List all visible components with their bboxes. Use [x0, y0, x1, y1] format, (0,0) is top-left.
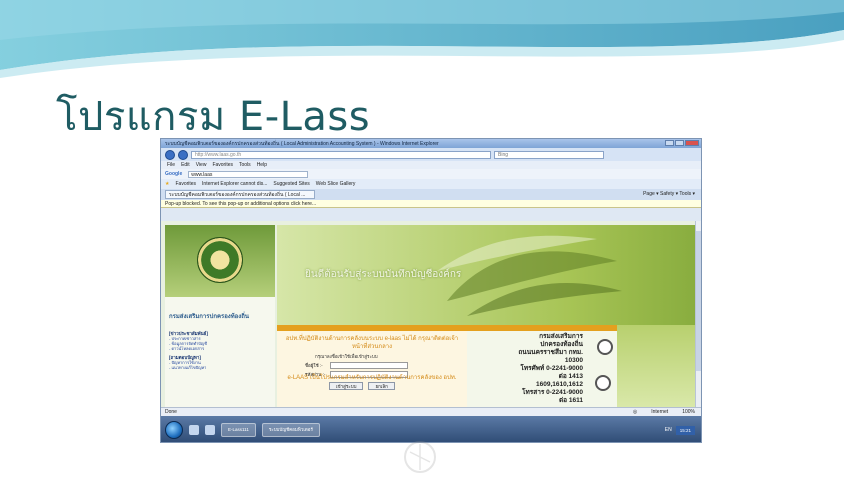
status-done: Done — [165, 409, 177, 415]
login-prompt: กรุณาลงชื่อเข้าใช้เพื่อเข้าสู่ระบบ — [315, 354, 378, 359]
folder-taskbar-icon[interactable] — [205, 425, 215, 435]
favorites-bar: ★ Favorites Internet Explorer cannot dis… — [161, 179, 701, 189]
dla-seal-logo — [197, 237, 243, 283]
department-name: กรมส่งเสริมการปกครองท้องถิ่น — [169, 314, 249, 320]
elaas-description: e-LAAS เป็นโปรแกรมสำหรับการปฏิบัติงานด้า… — [287, 375, 457, 381]
minimize-button[interactable] — [665, 140, 674, 146]
cancel-button[interactable]: ยกเลิก — [368, 382, 395, 390]
menu-file[interactable]: File — [167, 162, 175, 168]
fav-link-2[interactable]: Suggested Sites — [273, 181, 309, 187]
start-button[interactable] — [165, 421, 183, 439]
system-tray: EN 15:21 — [665, 425, 701, 435]
username-input[interactable] — [330, 362, 408, 369]
contact-address: ถนนนครราชสีมา กทม. — [518, 349, 583, 356]
window-titlebar: ระบบบัญชีคอมพิวเตอร์ขององค์กรปกครองส่วนท… — [161, 139, 701, 148]
center-panel: ยินดีต้อนรับสู่ระบบบันทึกบัญชีองค์กร อปท… — [277, 225, 695, 407]
scroll-thumb[interactable] — [696, 231, 701, 371]
username-row: ชื่อผู้ใช้ :- — [305, 362, 459, 369]
contact-fax: โทรสาร 0-2241-9000 — [521, 389, 583, 396]
google-search-input[interactable]: www.laas — [188, 170, 309, 178]
clock[interactable]: 15:21 — [675, 425, 695, 435]
menu-view[interactable]: View — [196, 162, 207, 168]
green-strip — [617, 325, 695, 407]
watermark-logo — [404, 441, 436, 473]
status-zone: Internet — [651, 409, 669, 415]
contact-ext1: ต่อ 1413 — [558, 373, 583, 380]
contact-info: กรมส่งเสริมการ ปกครองท้องถิ่น ถนนนครราชส… — [473, 333, 583, 405]
vertical-scrollbar[interactable] — [695, 221, 701, 407]
page-viewport: กรมส่งเสริมการปกครองท้องถิ่น [ข่าวประชาส… — [161, 221, 701, 407]
taskbar-item-elass[interactable]: E-Lass111 — [221, 423, 256, 437]
power-icon — [597, 339, 613, 355]
windows-taskbar: E-Lass111 ระบบบัญชีคอมพิวเตอร์ EN 15:21 — [161, 416, 701, 442]
taskbar-item-browser[interactable]: ระบบบัญชีคอมพิวเตอร์ — [261, 423, 320, 437]
header-swoosh — [0, 0, 844, 78]
forward-button[interactable] — [178, 149, 188, 160]
url-input[interactable]: http://www.laas.go.th — [191, 150, 491, 159]
maximize-button[interactable] — [675, 140, 684, 146]
left-panel: กรมส่งเสริมการปกครองท้องถิ่น [ข่าวประชาส… — [165, 225, 275, 407]
search-input[interactable]: Bing — [494, 150, 604, 159]
menu-tools[interactable]: Tools — [239, 162, 251, 168]
google-toolbar: Google www.laas — [161, 169, 701, 179]
contact-org2: ปกครองท้องถิ่น — [540, 341, 583, 348]
menu-help[interactable]: Help — [257, 162, 267, 168]
tab-laas[interactable]: ระบบบัญชีคอมพิวเตอร์ขององค์กรปกครองส่วนท… — [165, 190, 315, 199]
news-link-3[interactable]: - ดาวน์โหลดเอกสาร — [169, 346, 271, 351]
login-box: อปท.ที่ปฏิบัติงานด้านการคลังบนระบบ e-laa… — [277, 331, 467, 407]
notice-text: อปท.ที่ปฏิบัติงานด้านการคลังบนระบบ e-laa… — [285, 336, 459, 350]
welcome-banner: ยินดีต้อนรับสู่ระบบบันทึกบัญชีองค์กร — [277, 225, 695, 325]
favorites-button[interactable]: Favorites — [175, 181, 196, 187]
contact-tel: โทรศัพท์ 0-2241-9000 — [520, 365, 583, 372]
google-logo: Google — [165, 171, 183, 177]
contact-org: กรมส่งเสริมการ — [539, 333, 583, 340]
banner-text: ยินดีต้อนรับสู่ระบบบันทึกบัญชีองค์กร — [305, 269, 462, 280]
close-button[interactable] — [685, 140, 699, 146]
contact-zip: 10300 — [564, 357, 583, 364]
login-button[interactable]: เข้าสู่ระบบ — [329, 382, 364, 390]
address-bar: http://www.laas.go.th Bing — [161, 148, 701, 161]
menu-bar: File Edit View Favorites Tools Help — [161, 161, 701, 169]
menu-edit[interactable]: Edit — [181, 162, 190, 168]
language-indicator[interactable]: EN — [665, 427, 672, 433]
globe-icon: ◎ — [632, 409, 638, 415]
c-logo-icon — [595, 375, 611, 391]
username-label: ชื่อผู้ใช้ :- — [305, 363, 323, 368]
tab-bar: ระบบบัญชีคอมพิวเตอร์ขององค์กรปกครองส่วนท… — [161, 189, 701, 200]
contact-ext2: 1609,1610,1612 — [536, 381, 583, 388]
popup-info-bar[interactable]: Pop-up blocked. To see this pop-up or ad… — [161, 200, 701, 208]
browser-window: ระบบบัญชีคอมพิวเตอร์ขององค์กรปกครองส่วนท… — [160, 138, 702, 443]
fav-link-3[interactable]: Web Slice Gallery — [316, 181, 356, 187]
window-title: ระบบบัญชีคอมพิวเตอร์ขององค์กรปกครองส่วนท… — [165, 140, 439, 147]
contact-ext3: ต่อ 1611 — [558, 397, 583, 404]
star-icon[interactable]: ★ — [165, 181, 169, 187]
menu-favorites[interactable]: Favorites — [212, 162, 233, 168]
fav-link-1[interactable]: Internet Explorer cannot dis... — [202, 181, 267, 187]
ie-taskbar-icon[interactable] — [189, 425, 199, 435]
left-links: [ข่าวประชาสัมพันธ์] - ประกาศ/ข่าวสาร - ข… — [165, 321, 275, 376]
status-bar: Done ◎ Internet 100% — [161, 407, 701, 416]
login-buttons: เข้าสู่ระบบ ยกเลิก — [329, 382, 459, 390]
back-button[interactable] — [165, 149, 175, 160]
faq-link-2[interactable]: - แนวทางแก้ไขปัญหา — [169, 365, 271, 370]
zoom-level[interactable]: 100% — [682, 409, 695, 415]
left-panel-header — [165, 225, 275, 297]
tab-tools[interactable]: Page ▾ Safety ▾ Tools ▾ — [643, 191, 695, 197]
